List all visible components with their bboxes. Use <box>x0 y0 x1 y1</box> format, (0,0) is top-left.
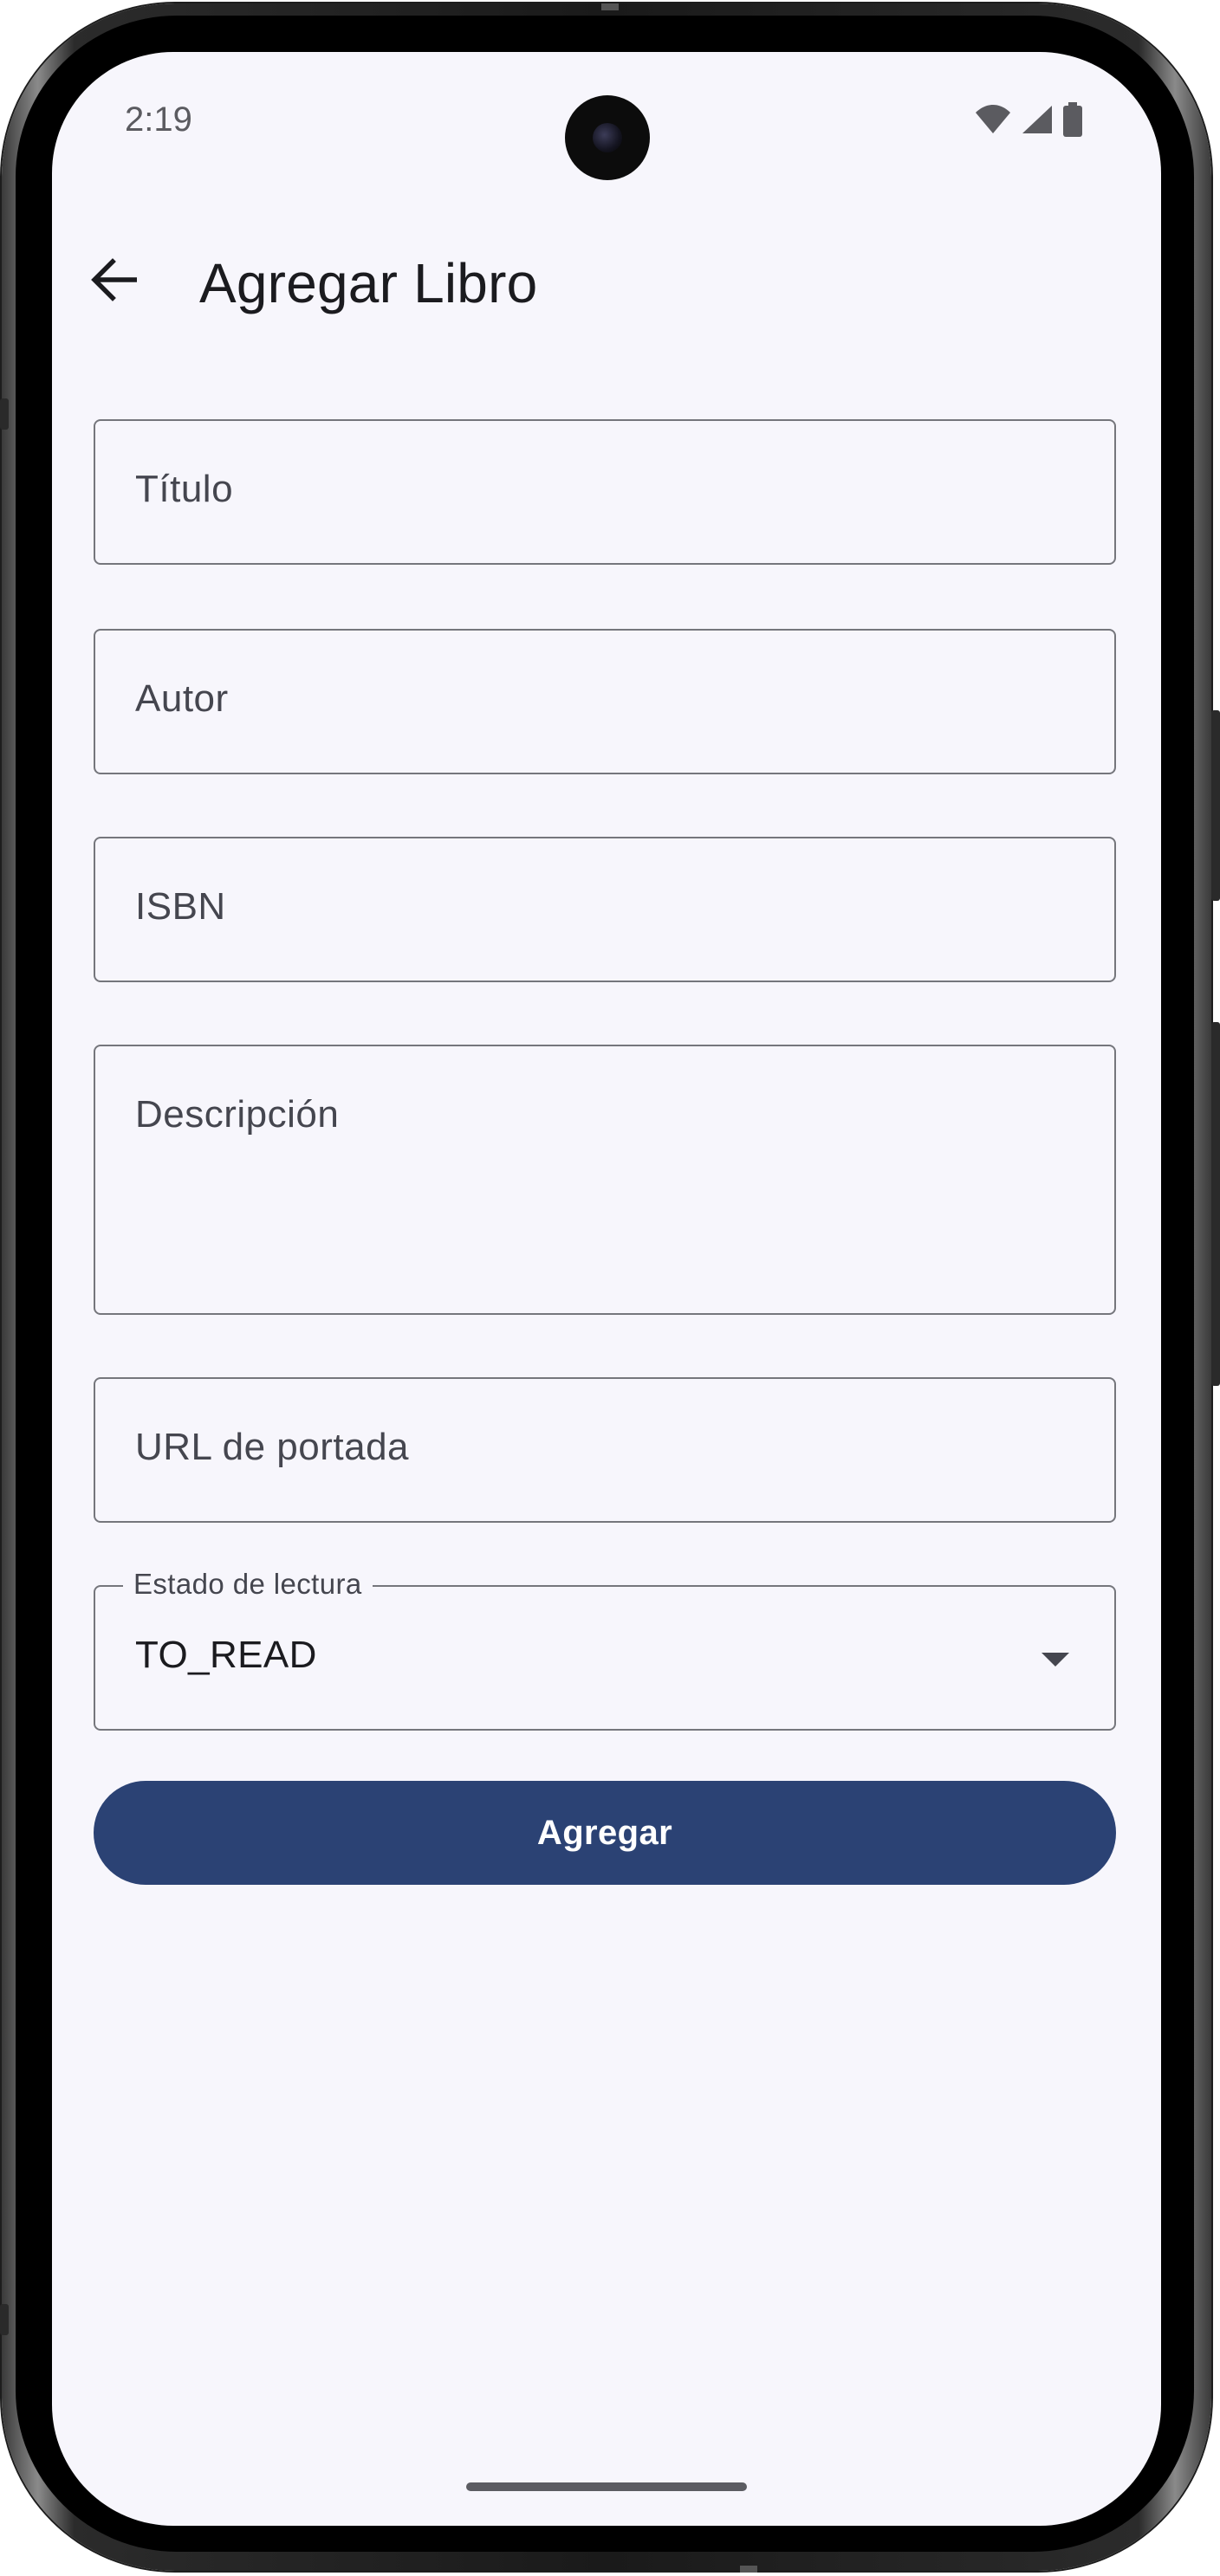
isbn-field-label: ISBN <box>135 885 226 928</box>
left-side-button <box>0 2304 9 2335</box>
back-button[interactable] <box>87 253 144 310</box>
description-field-label: Descripción <box>135 1093 340 1136</box>
device-frame: 2:19 Agregar Libro Título Autor ISBN Des… <box>0 0 1220 2576</box>
front-camera <box>565 95 650 180</box>
top-app-bar: Agregar Libro <box>52 225 1161 338</box>
author-field[interactable]: Autor <box>94 629 1116 774</box>
power-button <box>1211 1022 1220 1386</box>
reading-status-dropdown[interactable]: Estado de lectura TO_READ <box>94 1568 1116 1731</box>
arrow-back-icon <box>90 257 140 306</box>
cover-url-field[interactable]: URL de portada <box>94 1377 1116 1523</box>
author-field-label: Autor <box>135 677 229 720</box>
reading-status-value: TO_READ <box>135 1634 317 1676</box>
wifi-icon <box>974 104 1012 139</box>
signal-icon <box>1021 104 1054 139</box>
top-antenna-band <box>601 3 619 10</box>
description-field[interactable]: Descripción <box>94 1045 1116 1315</box>
status-icons <box>974 102 1083 141</box>
home-indicator[interactable] <box>466 2482 747 2491</box>
add-book-button[interactable]: Agregar <box>94 1781 1116 1885</box>
status-time: 2:19 <box>125 100 192 139</box>
camera-lens <box>593 123 622 152</box>
cover-url-field-label: URL de portada <box>135 1426 410 1468</box>
dropdown-arrow-icon <box>1042 1653 1069 1667</box>
title-field-label: Título <box>135 468 234 510</box>
title-field[interactable]: Título <box>94 419 1116 565</box>
isbn-field[interactable]: ISBN <box>94 837 1116 982</box>
screen: 2:19 Agregar Libro Título Autor ISBN Des… <box>52 52 1161 2526</box>
reading-status-label: Estado de lectura <box>123 1568 373 1601</box>
bottom-antenna-band <box>740 2566 757 2573</box>
page-title: Agregar Libro <box>199 252 538 314</box>
battery-icon <box>1062 102 1083 141</box>
volume-button <box>1211 710 1220 901</box>
left-side-button <box>0 398 9 430</box>
